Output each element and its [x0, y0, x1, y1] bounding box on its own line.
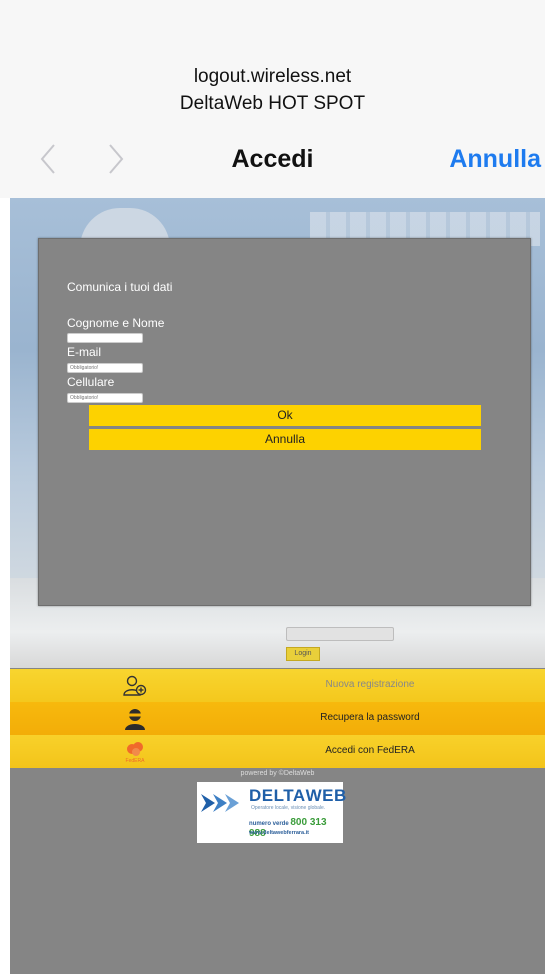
site-host: logout.wireless.net	[193, 66, 352, 87]
logo-slogan: Operatore locale, visione globale.	[251, 805, 326, 811]
menu-item-register[interactable]: Nuova registrazione	[10, 669, 545, 702]
deltaweb-arrows-icon	[201, 794, 239, 812]
login-button[interactable]: Login	[286, 647, 320, 661]
logo-website: www.deltawebferrara.it	[249, 830, 310, 836]
contact-dialog: Comunica i tuoi dati Cognome e Nome E-ma…	[38, 238, 531, 606]
browser-header: logout.wireless.net DeltaWeb HOT SPOT Ac…	[0, 0, 545, 198]
menu-item-federa[interactable]: FedERA Accedi con FedERA	[10, 735, 545, 768]
svg-text:FedERA: FedERA	[126, 758, 146, 764]
deltaweb-logo[interactable]: DELTAWEB Operatore locale, visione globa…	[197, 782, 346, 843]
menu-item-recover-password[interactable]: Recupera la password	[10, 702, 545, 735]
add-user-icon	[122, 674, 148, 698]
cancel-link[interactable]: Annulla	[449, 145, 541, 174]
phone-field[interactable]	[67, 393, 143, 403]
powered-by: powered by ©DeltaWeb	[240, 770, 315, 777]
name-label: Cognome e Nome	[67, 316, 165, 330]
masked-user-icon	[122, 707, 148, 731]
logo-wordmark: DELTAWEB	[249, 786, 347, 805]
name-field[interactable]	[67, 333, 143, 343]
menu-item-label: Nuova registrazione	[325, 679, 415, 690]
ok-button[interactable]: Ok	[89, 405, 481, 426]
dialog-heading: Comunica i tuoi dati	[67, 280, 173, 294]
login-input[interactable]	[286, 627, 394, 641]
menu-item-label: Recupera la password	[320, 712, 420, 723]
site-name: DeltaWeb HOT SPOT	[179, 93, 366, 114]
federa-logo-icon: FedERA	[122, 740, 148, 764]
web-content: Login Nuova registrazione Recupera la pa…	[10, 198, 545, 974]
menu-item-label: Accedi con FedERA	[325, 745, 415, 756]
email-field[interactable]	[67, 363, 143, 373]
email-label: E-mail	[67, 345, 102, 359]
cancel-button[interactable]: Annulla	[89, 429, 481, 450]
phone-label: Cellulare	[67, 375, 115, 389]
